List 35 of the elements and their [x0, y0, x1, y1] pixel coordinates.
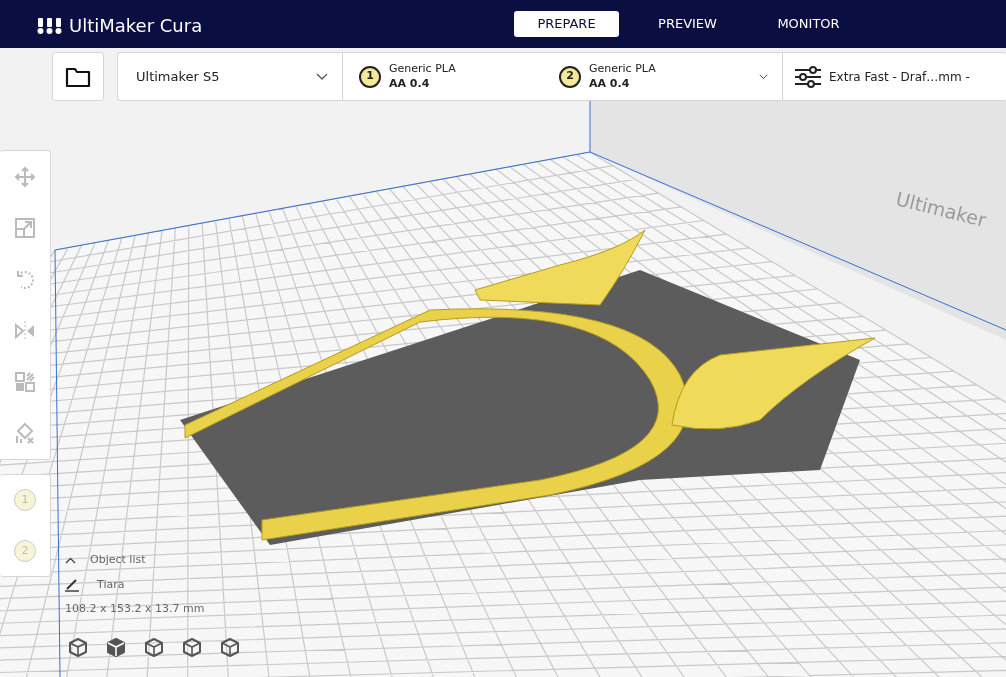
folder-icon	[65, 65, 91, 88]
rotate-icon	[14, 268, 36, 291]
move-icon	[14, 165, 36, 188]
object-name[interactable]: Tiara	[97, 576, 125, 593]
view-tab[interactable]: PREPARE	[514, 11, 619, 37]
cube-icon	[67, 635, 89, 658]
material-name: Generic PLA	[589, 62, 656, 77]
nozzle-size: AA 0.4	[589, 76, 631, 91]
chevron-up-icon	[65, 556, 76, 564]
chevron-down-icon	[759, 72, 768, 81]
extruder-number: 2	[559, 65, 581, 88]
object-list-toggle[interactable]: Object list	[90, 552, 146, 569]
chevron-down-icon	[316, 72, 328, 81]
material-selector[interactable]: 1 Generic PLA AA 0.4 2 Generic PLA AA 0.4	[343, 53, 783, 100]
open-file-button[interactable]	[52, 52, 104, 101]
cube-icon	[143, 635, 165, 658]
view-tab[interactable]: MONITOR	[756, 11, 861, 37]
nozzle-size: AA 0.4	[389, 76, 431, 91]
sliders-icon	[795, 65, 821, 88]
scale-icon	[14, 217, 36, 239]
printer-name: Ultimaker S5	[136, 67, 220, 86]
grid-icon	[14, 370, 36, 393]
material-name: Generic PLA	[389, 62, 456, 77]
print-profile-selector[interactable]: Extra Fast - Draf…mm -	[783, 53, 970, 100]
cube-icon	[181, 635, 203, 658]
object-dimensions: 108.2 x 153.2 x 13.7 mm	[65, 601, 206, 617]
printer-selector[interactable]: Ultimaker S5	[118, 53, 343, 100]
support-icon	[14, 422, 36, 445]
cube-icon	[219, 635, 241, 658]
mirror-icon	[14, 319, 36, 342]
app-title: UltiMaker Cura	[69, 14, 203, 38]
profile-name: Extra Fast - Draf…mm -	[829, 68, 970, 86]
view-tab[interactable]: PREVIEW	[635, 11, 740, 37]
logo-icon	[37, 17, 63, 34]
extruder-number: 1	[359, 65, 381, 88]
